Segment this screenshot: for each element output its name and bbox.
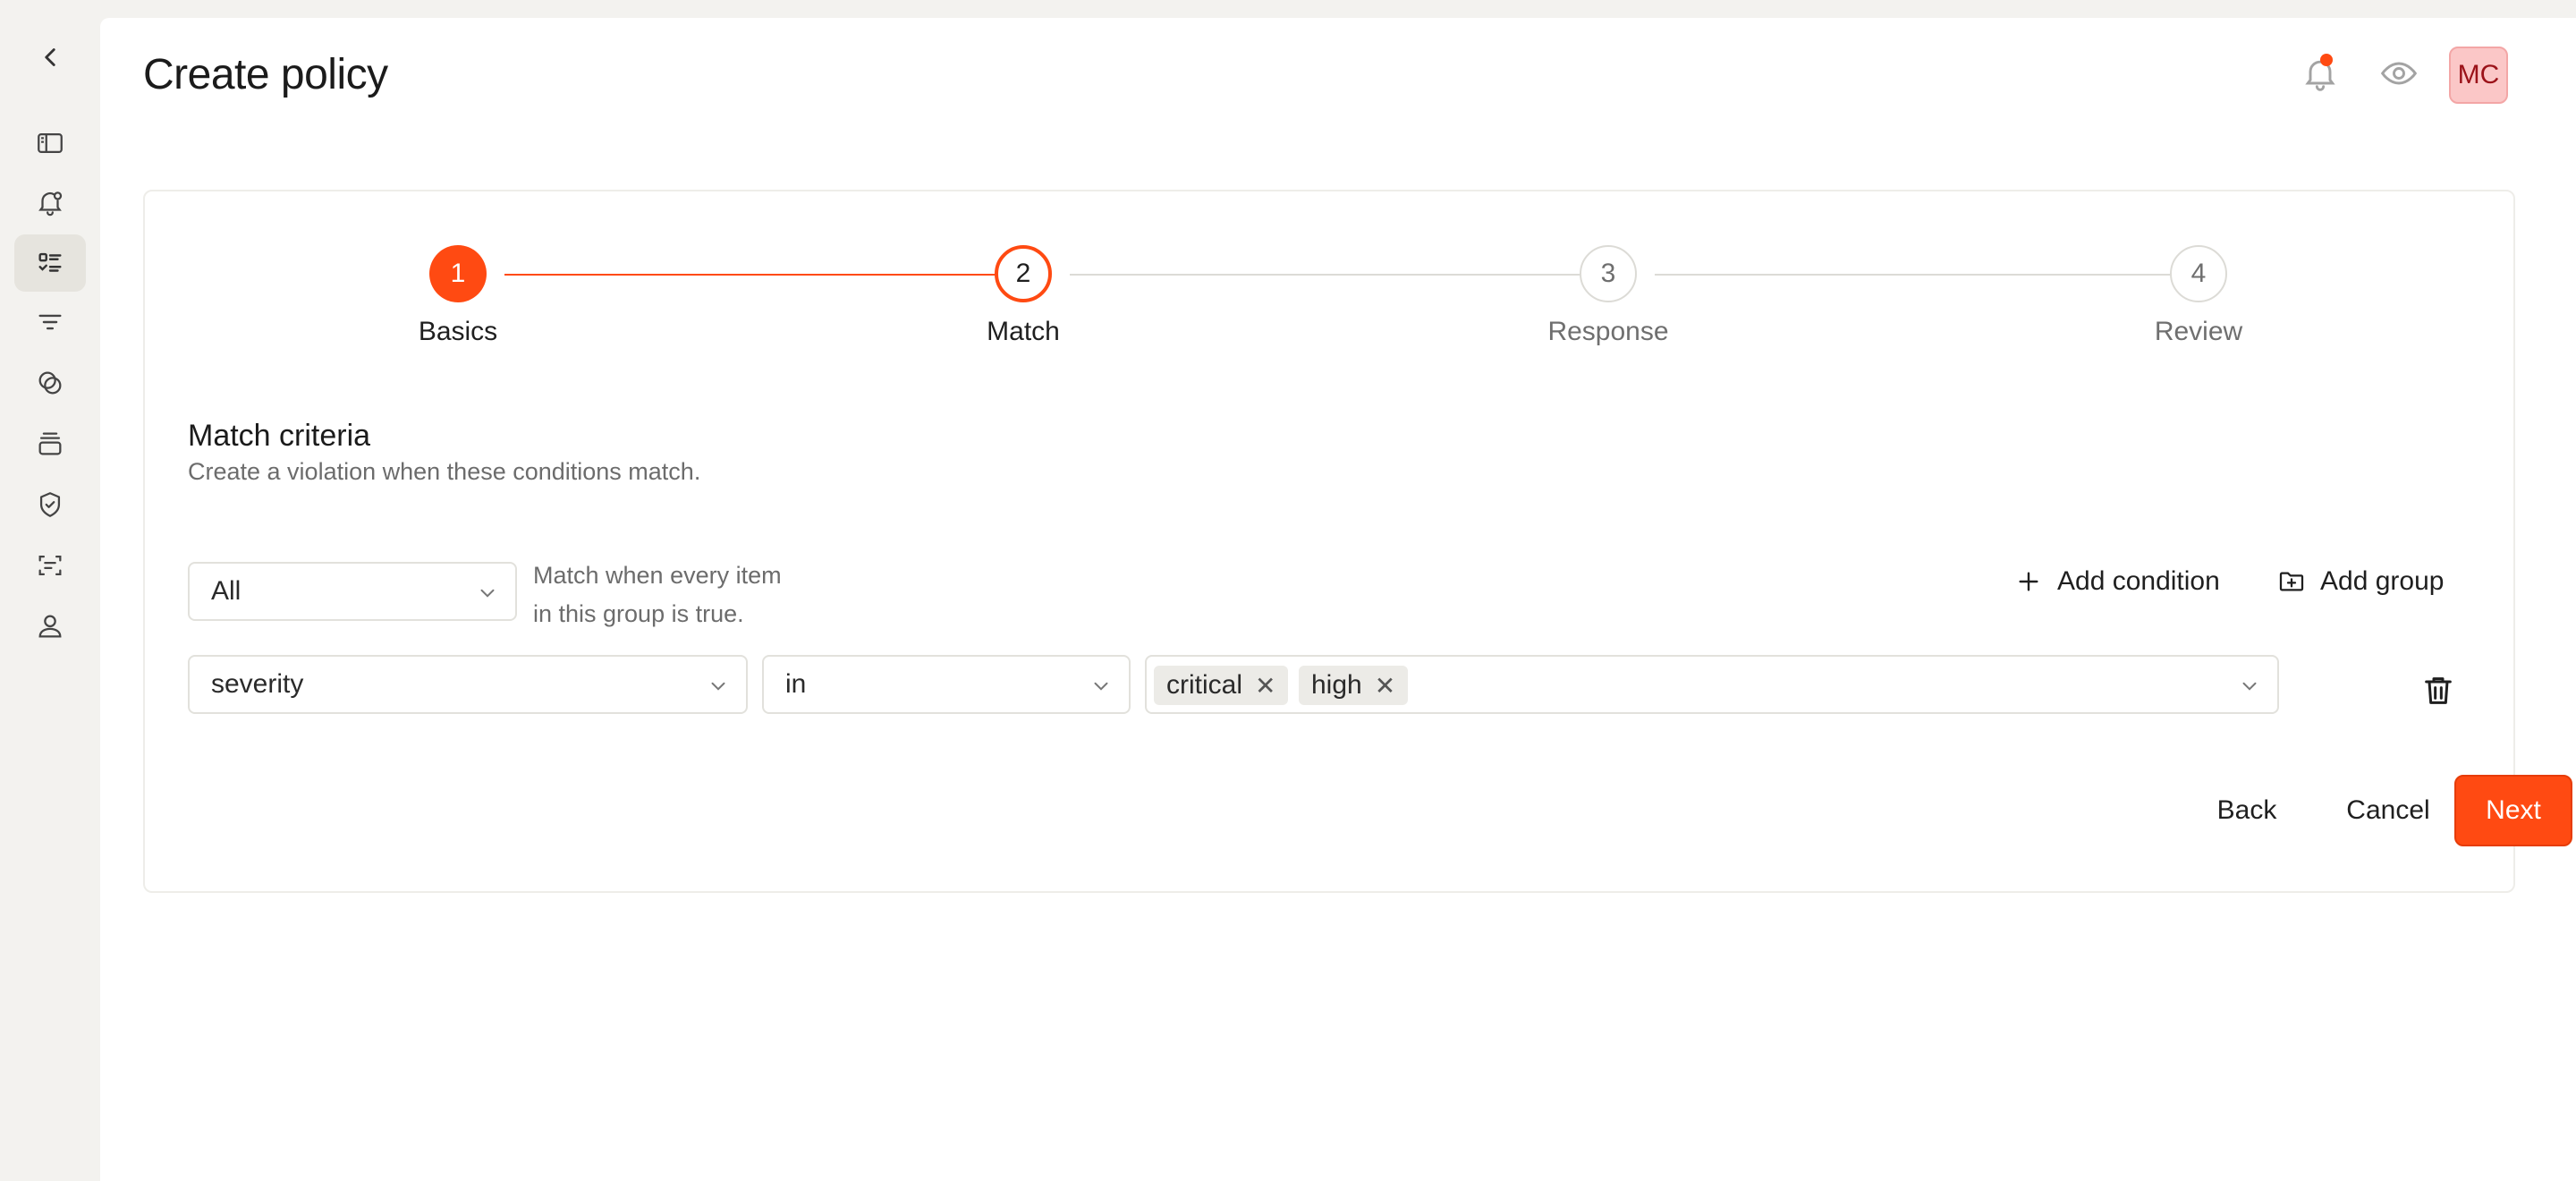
helper-line-2: in this group is true. xyxy=(533,600,744,627)
section-description: Create a violation when these conditions… xyxy=(188,458,701,485)
value-chip-high: high ✕ xyxy=(1299,666,1409,705)
condition-operator-select[interactable]: in xyxy=(762,655,1131,714)
sidebar-item-filters[interactable] xyxy=(14,293,86,351)
step-2-indicator[interactable]: 2 xyxy=(995,245,1052,302)
scan-icon xyxy=(38,555,62,576)
remove-chip-icon[interactable]: ✕ xyxy=(1255,671,1275,701)
chevron-down-icon xyxy=(480,589,495,598)
step-3-label: Response xyxy=(1547,317,1669,346)
sidebar-item-account[interactable] xyxy=(14,598,86,655)
eye-icon xyxy=(2380,62,2418,85)
checklist-icon xyxy=(38,252,62,272)
step-1-label: Basics xyxy=(418,317,498,346)
group-mode-select[interactable]: All xyxy=(188,562,517,621)
stepper-connector-1 xyxy=(504,274,1013,276)
step-4-label: Review xyxy=(2154,317,2243,346)
add-group-button[interactable]: Add group xyxy=(2277,557,2444,607)
helper-line-1: Match when every item xyxy=(533,562,782,589)
chip-label: high xyxy=(1311,670,1362,700)
step-3-indicator[interactable]: 3 xyxy=(1580,245,1637,302)
condition-field-value: severity xyxy=(211,669,304,699)
value-chip-critical: critical ✕ xyxy=(1154,666,1289,705)
sidebar-item-policies[interactable] xyxy=(14,234,86,292)
group-mode-value: All xyxy=(211,576,242,606)
step-2-label: Match xyxy=(987,317,1060,346)
sidebar-item-alerts[interactable] xyxy=(14,174,86,231)
user-icon xyxy=(38,615,62,638)
next-button[interactable]: Next xyxy=(2454,775,2572,846)
notification-dot xyxy=(2320,54,2333,66)
chevron-down-icon xyxy=(711,682,725,691)
step-4-indicator[interactable]: 4 xyxy=(2170,245,2227,302)
back-nav-button[interactable] xyxy=(14,29,86,86)
condition-field-select[interactable]: severity xyxy=(188,655,748,714)
back-button[interactable]: Back xyxy=(2193,775,2301,846)
chevron-down-icon xyxy=(1094,682,1108,691)
sidebar-toggle-icon xyxy=(38,132,63,154)
avatar[interactable]: MC xyxy=(2449,47,2508,104)
sidebar-item-integrations[interactable] xyxy=(14,354,86,412)
stepper-connector-2 xyxy=(1070,274,1597,276)
add-condition-label: Add condition xyxy=(2057,566,2220,596)
sidebar-item-security[interactable] xyxy=(14,476,86,533)
preview-button[interactable] xyxy=(2374,48,2424,98)
sidebar-item-stacks[interactable] xyxy=(14,415,86,472)
sidebar-toggle-button[interactable] xyxy=(14,115,86,172)
sidebar-item-scan[interactable] xyxy=(14,537,86,594)
chevron-down-icon xyxy=(2242,682,2257,691)
step-1-indicator[interactable]: 1 xyxy=(429,245,487,302)
page-title: Create policy xyxy=(143,51,388,98)
shield-check-icon xyxy=(39,492,61,517)
condition-operator-value: in xyxy=(785,669,807,699)
integrations-icon xyxy=(38,371,62,395)
sidebar xyxy=(0,0,100,1163)
filter-icon xyxy=(38,314,62,330)
group-mode-helper: Match when every item in this group is t… xyxy=(533,557,837,633)
trash-icon xyxy=(2425,677,2452,704)
policy-form-card: 1 Basics 2 Match 3 Response 4 Review Mat… xyxy=(143,190,2572,893)
add-group-label: Add group xyxy=(2320,566,2445,596)
main-panel: Create policy MC 1 Basics 2 Match 3 Resp… xyxy=(100,18,2576,1181)
add-condition-button[interactable]: Add condition xyxy=(2014,557,2220,607)
folder-plus-icon xyxy=(2279,572,2304,591)
condition-values-multiselect[interactable]: critical ✕ high ✕ xyxy=(1145,655,2279,714)
section-title: Match criteria xyxy=(188,419,371,453)
chip-label: critical xyxy=(1166,670,1243,700)
alert-bell-icon xyxy=(38,191,63,217)
stack-icon xyxy=(38,432,62,455)
remove-chip-icon[interactable]: ✕ xyxy=(1375,671,1395,701)
plus-icon xyxy=(2019,572,2038,591)
chevron-left-icon xyxy=(45,48,55,66)
cancel-button[interactable]: Cancel xyxy=(2326,775,2451,846)
delete-condition-button[interactable] xyxy=(2417,666,2460,716)
stepper-connector-3 xyxy=(1655,274,2188,276)
notifications-button[interactable] xyxy=(2295,48,2345,98)
